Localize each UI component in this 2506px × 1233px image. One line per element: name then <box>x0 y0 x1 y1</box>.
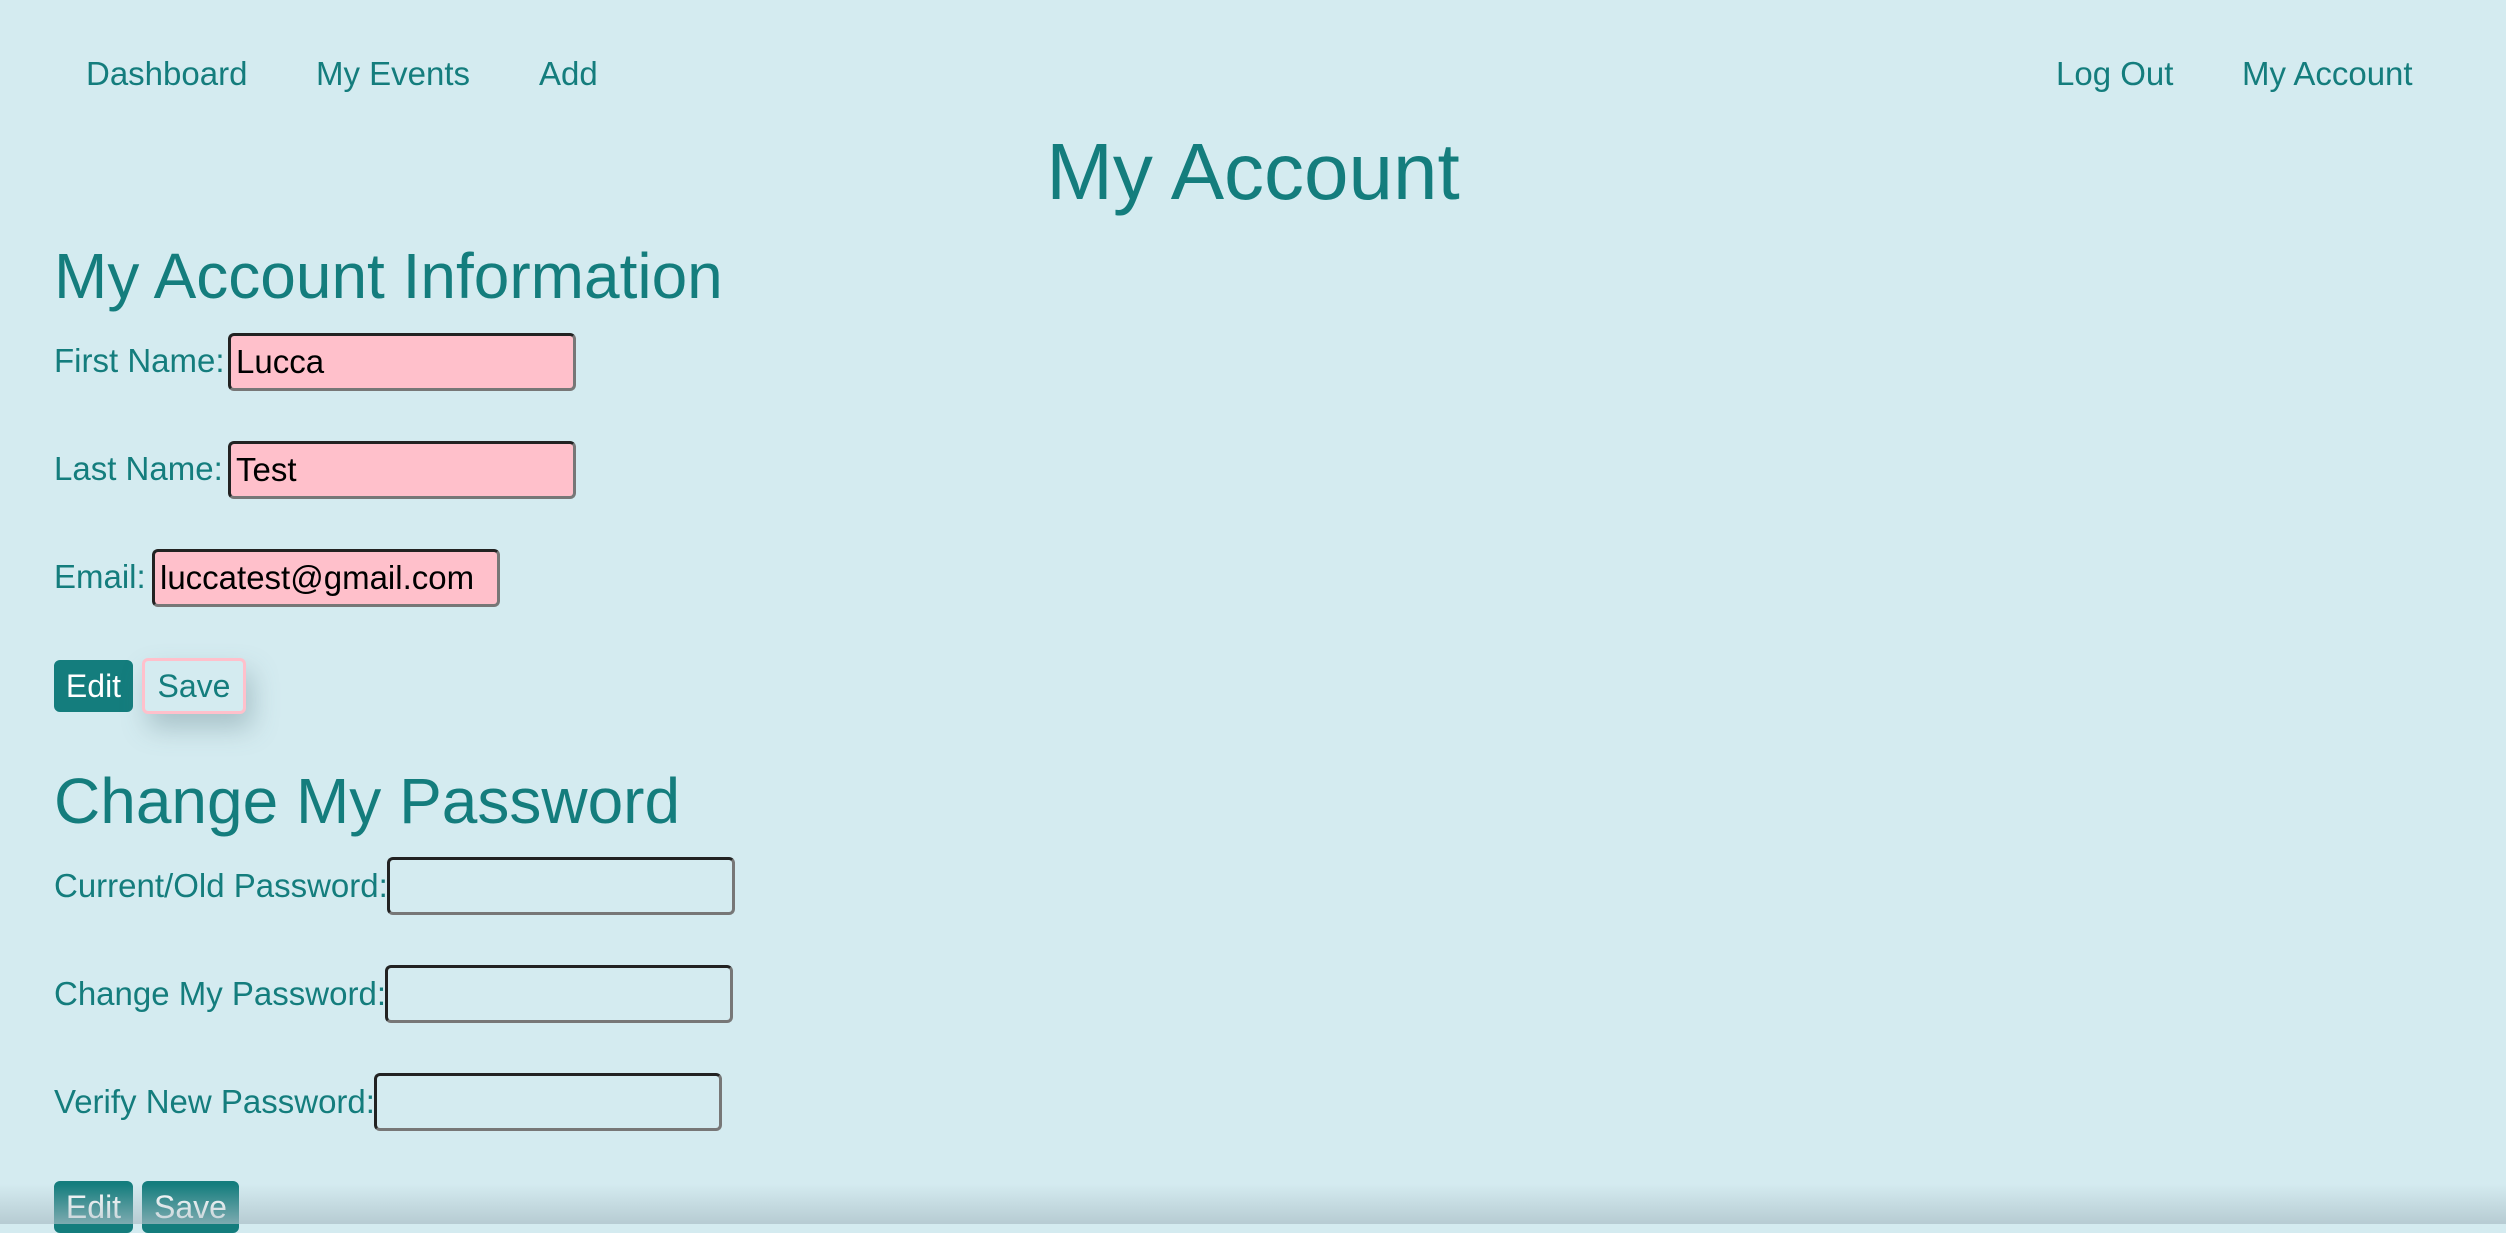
nav-log-out-link[interactable]: Log Out <box>2056 50 2173 98</box>
last-name-label: Last Name: <box>54 450 223 487</box>
email-field[interactable] <box>152 549 500 607</box>
first-name-field[interactable] <box>228 333 576 391</box>
verify-password-field[interactable] <box>374 1073 722 1131</box>
nav-my-events-link[interactable]: My Events <box>316 50 470 98</box>
account-edit-button[interactable]: Edit <box>54 660 133 712</box>
new-password-field[interactable] <box>385 965 733 1023</box>
nav-add-link[interactable]: Add <box>539 50 598 98</box>
current-password-field[interactable] <box>387 857 735 915</box>
account-info-title: My Account Information <box>54 240 723 312</box>
new-password-label: Change My Password: <box>54 975 386 1012</box>
nav-my-account-link[interactable]: My Account <box>2242 50 2413 98</box>
top-nav: Dashboard My Events Add Log Out My Accou… <box>0 50 2506 98</box>
nav-dashboard-link[interactable]: Dashboard <box>86 50 247 98</box>
change-password-title: Change My Password <box>54 765 681 837</box>
email-label: Email: <box>54 558 146 595</box>
verify-password-label: Verify New Password: <box>54 1083 375 1120</box>
account-save-button[interactable]: Save <box>142 658 246 714</box>
bottom-shadow <box>0 1184 2506 1224</box>
current-password-label: Current/Old Password: <box>54 867 388 904</box>
first-name-label: First Name: <box>54 342 225 379</box>
last-name-field[interactable] <box>228 441 576 499</box>
page-title: My Account <box>1046 127 1460 216</box>
